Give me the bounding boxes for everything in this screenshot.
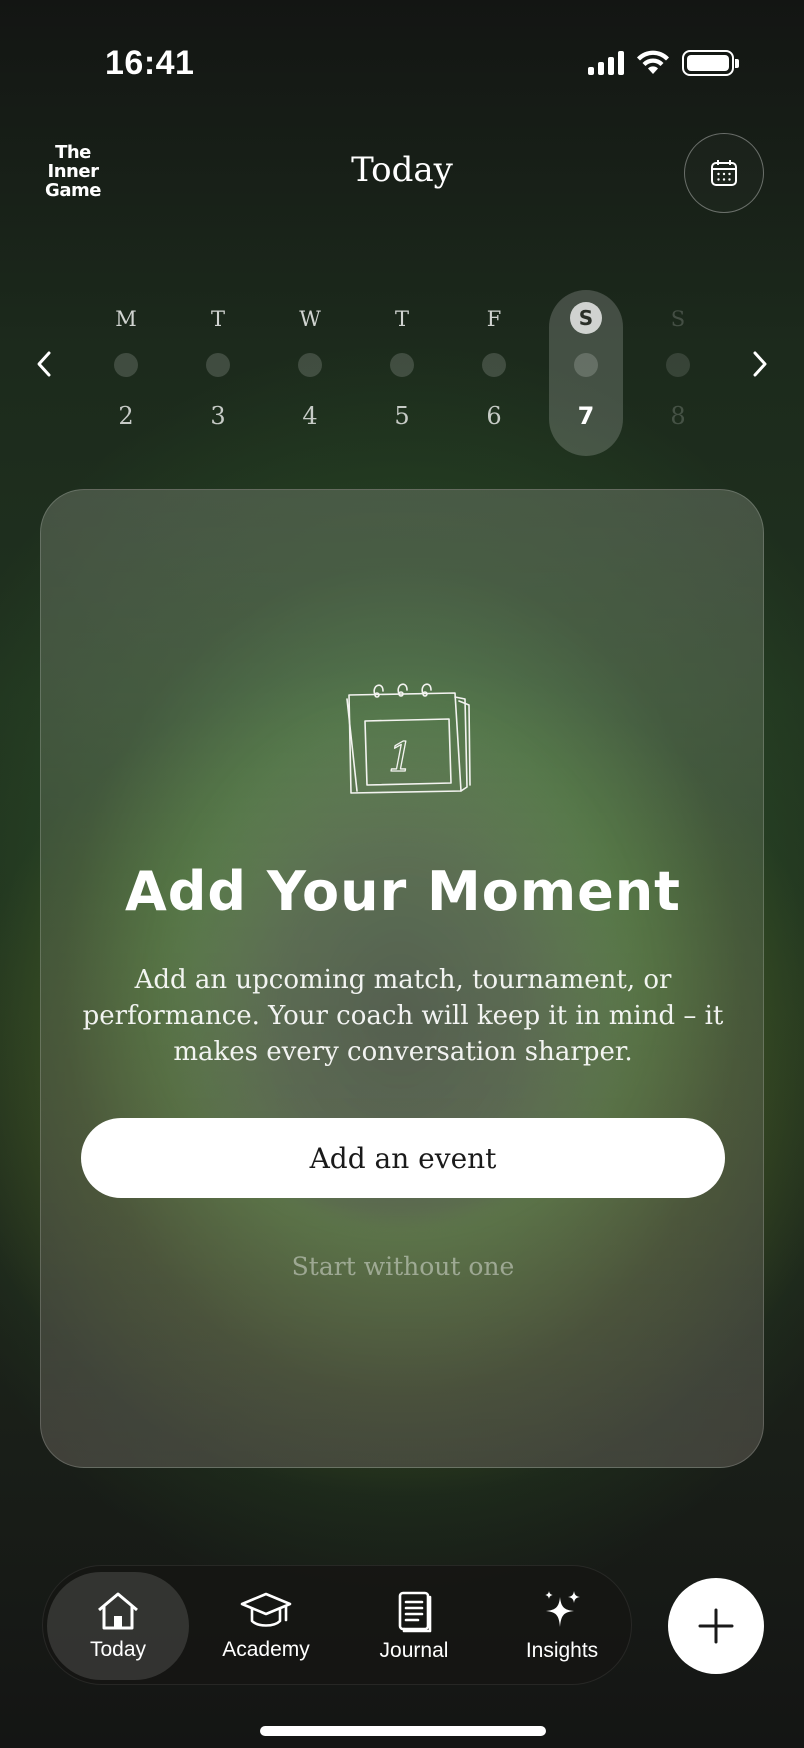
status-bar: 16:41 <box>0 0 804 120</box>
notebook-icon <box>398 1591 432 1633</box>
card-title: Add Your Moment <box>124 860 681 923</box>
calendar-page-illustration-icon: 1 <box>346 683 471 794</box>
home-indicator <box>260 1726 546 1736</box>
tab-journal[interactable]: Journal <box>343 1572 485 1680</box>
chevron-left-icon <box>37 351 51 377</box>
day-indicator-dot <box>666 353 690 377</box>
tab-today[interactable]: Today <box>47 1572 189 1680</box>
add-moment-card: 1 Add Your Moment Add an upcoming match,… <box>40 489 764 1468</box>
add-button[interactable] <box>668 1578 764 1674</box>
plus-icon <box>698 1608 734 1644</box>
day-wednesday[interactable]: W 4 <box>273 290 347 456</box>
add-event-button[interactable]: Add an event <box>81 1118 725 1198</box>
status-icons <box>588 50 739 76</box>
bottom-tab-bar: Today Academy Journal Insights <box>42 1565 632 1685</box>
battery-icon <box>682 50 739 76</box>
next-week-button[interactable] <box>740 344 780 384</box>
week-strip: M 2 T 3 W 4 T 5 F 6 S 7 S 8 <box>0 290 804 460</box>
day-sunday[interactable]: S 8 <box>641 290 715 456</box>
chevron-right-icon <box>753 351 767 377</box>
day-tuesday[interactable]: T 3 <box>181 290 255 456</box>
wifi-icon <box>637 50 669 74</box>
day-friday[interactable]: F 6 <box>457 290 531 456</box>
card-description: Add an upcoming match, tournament, or pe… <box>82 965 724 1067</box>
graduation-cap-icon <box>240 1592 292 1627</box>
tab-academy[interactable]: Academy <box>195 1572 337 1680</box>
day-indicator-dot <box>390 353 414 377</box>
day-monday[interactable]: M 2 <box>89 290 163 456</box>
calendar-button[interactable] <box>684 133 764 213</box>
day-indicator-dot <box>114 353 138 377</box>
day-thursday[interactable]: T 5 <box>365 290 439 456</box>
day-indicator-dot <box>298 353 322 377</box>
tab-insights[interactable]: Insights <box>491 1572 633 1680</box>
start-without-one-link[interactable]: Start without one <box>41 1252 763 1281</box>
status-time: 16:41 <box>105 44 195 82</box>
day-indicator-dot <box>482 353 506 377</box>
cellular-signal-icon <box>588 51 624 75</box>
day-indicator-dot <box>206 353 230 377</box>
svg-text:1: 1 <box>388 735 413 781</box>
day-indicator-dot <box>574 353 598 377</box>
home-icon <box>98 1592 138 1630</box>
day-saturday-selected[interactable]: S 7 <box>549 290 623 456</box>
calendar-icon <box>711 160 737 186</box>
previous-week-button[interactable] <box>24 344 64 384</box>
sparkles-icon <box>545 1591 580 1627</box>
